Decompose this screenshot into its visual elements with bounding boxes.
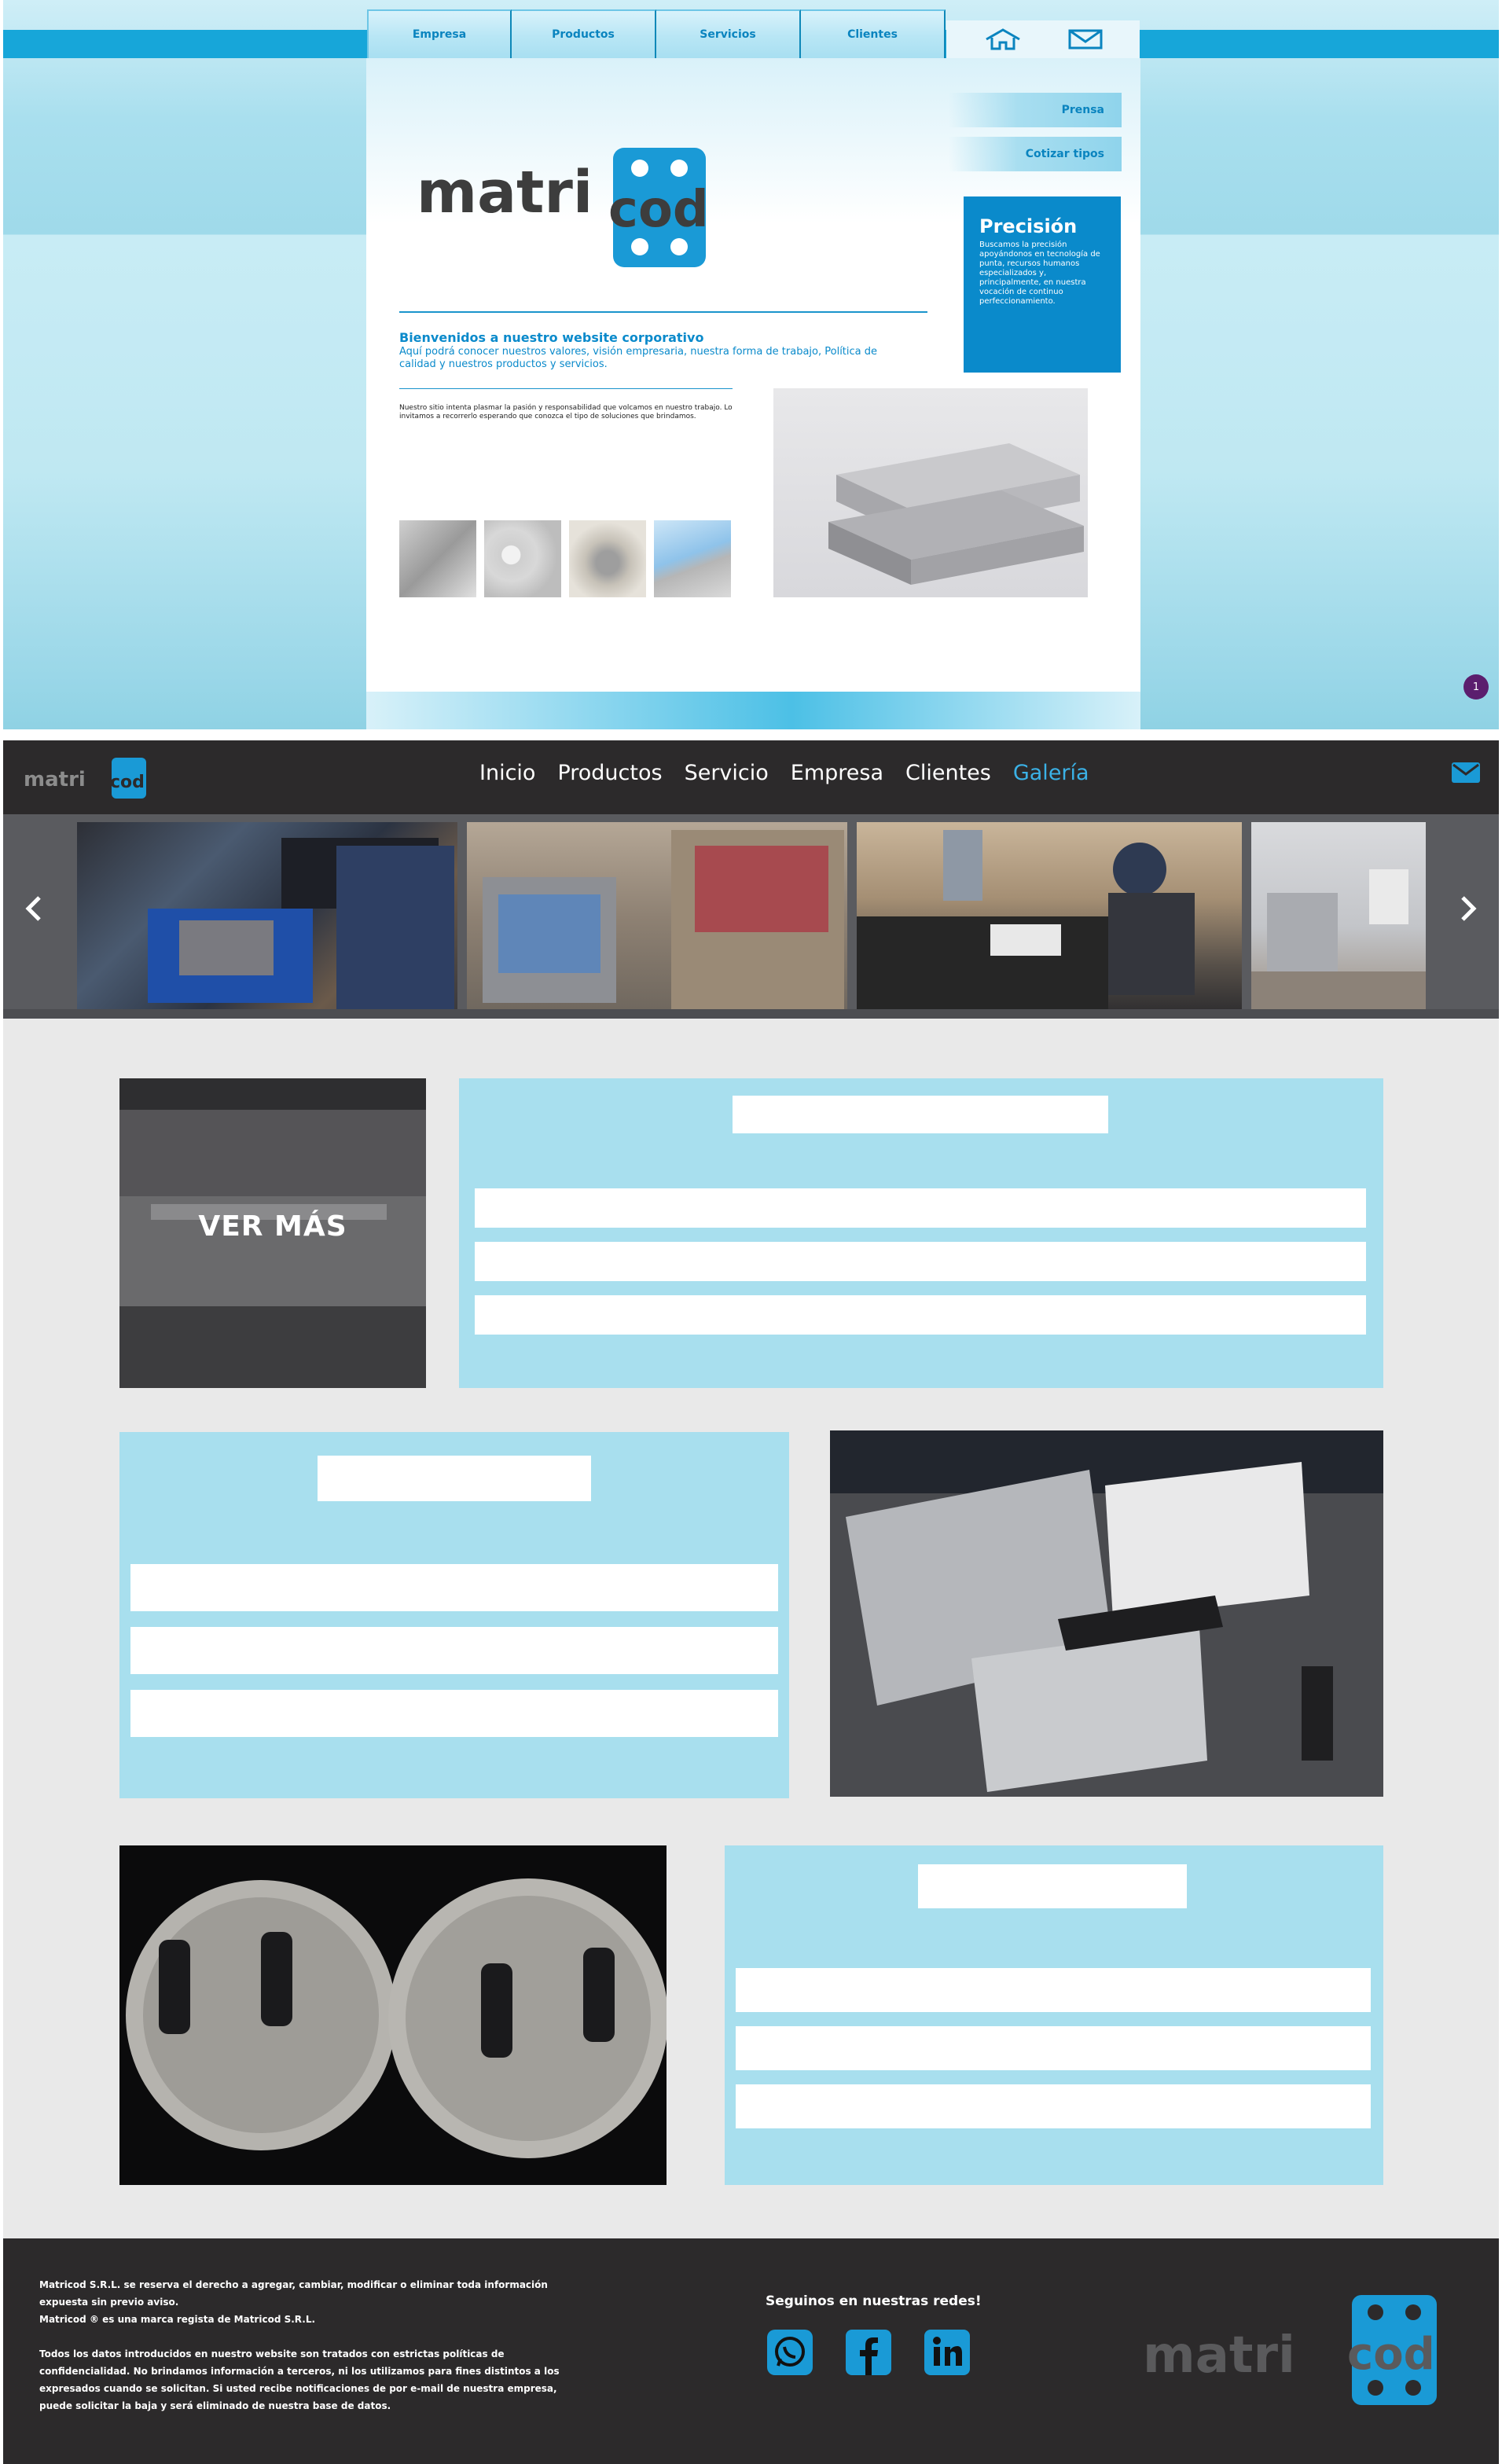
- legacy-tab-productos[interactable]: Productos: [512, 9, 656, 58]
- matricod-logo-small[interactable]: matri cod: [24, 756, 149, 803]
- legacy-tab-clientes[interactable]: Clientes: [801, 9, 946, 58]
- svg-text:matri: matri: [1143, 2326, 1295, 2385]
- card-title-placeholder: [318, 1456, 591, 1501]
- legacy-tab-servicios[interactable]: Servicios: [656, 9, 801, 58]
- card-title-placeholder: [733, 1096, 1108, 1133]
- social-title: Seguinos en nuestras redes!: [766, 2293, 982, 2309]
- menu-item-productos[interactable]: Productos: [557, 761, 662, 785]
- legal-text: Todos los datos introducidos en nuestro …: [39, 2348, 560, 2411]
- card-line-placeholder: [475, 1242, 1366, 1281]
- card-title-placeholder: [918, 1864, 1187, 1908]
- intro-text: Nuestro sitio intenta plasmar la pasión …: [399, 404, 733, 420]
- gallery-photo[interactable]: [830, 1430, 1383, 1797]
- gallery-content: VER MÁS: [3, 1019, 1499, 2238]
- product-thumbnails: [399, 520, 731, 597]
- svg-text:matri: matri: [24, 768, 86, 791]
- legacy-content-panel: Prensa Cotizar tipos Precisión Buscamos …: [366, 58, 1140, 729]
- ver-mas-label: VER MÁS: [198, 1210, 347, 1243]
- info-card: [725, 1845, 1383, 2185]
- carousel-slide[interactable]: [77, 822, 457, 1012]
- chevron-right-icon[interactable]: [1452, 893, 1483, 924]
- legacy-nav: Empresa Productos Servicios Clientes: [367, 9, 946, 58]
- social-icons: [767, 2330, 970, 2375]
- menu-item-inicio[interactable]: Inicio: [479, 761, 535, 785]
- menu-item-empresa[interactable]: Empresa: [791, 761, 883, 785]
- svg-text:cod: cod: [1347, 2329, 1435, 2380]
- product-thumbnail[interactable]: [484, 520, 561, 597]
- welcome-subtitle: Aquí podrá conocer nuestros valores, vis…: [399, 346, 878, 370]
- divider: [399, 388, 733, 389]
- product-thumbnail[interactable]: [654, 520, 731, 597]
- legal-text: Matricod ® es una marca regista de Matri…: [39, 2314, 316, 2325]
- footer-legal: Matricod S.R.L. se reserva el derecho a …: [39, 2276, 589, 2414]
- info-card: [119, 1432, 789, 1798]
- legal-text: Matricod S.R.L. se reserva el derecho a …: [39, 2279, 548, 2308]
- card-line-placeholder: [475, 1295, 1366, 1335]
- card-line-placeholder: [130, 1627, 778, 1674]
- facebook-icon[interactable]: [846, 2330, 891, 2375]
- divider: [399, 311, 927, 313]
- main-navbar: matri cod Inicio Productos Servicio Empr…: [3, 740, 1499, 814]
- legacy-site-screenshot: Empresa Productos Servicios Clientes Pre…: [3, 0, 1499, 729]
- card-line-placeholder: [736, 2026, 1371, 2070]
- matricod-logo: matri cod: [415, 145, 745, 274]
- info-card: [459, 1078, 1383, 1388]
- cotizar-tipos-button[interactable]: Cotizar tipos: [949, 137, 1122, 171]
- precision-title: Precisión: [979, 215, 1078, 237]
- svg-text:cod: cod: [608, 181, 709, 239]
- legacy-tab-empresa[interactable]: Empresa: [367, 9, 512, 58]
- precision-text: Buscamos la precisión apoyándonos en tec…: [979, 241, 1100, 306]
- home-icon[interactable]: [983, 28, 1023, 51]
- menu-item-servicio[interactable]: Servicio: [685, 761, 769, 785]
- welcome-title: Bienvenidos a nuestro website corporativ…: [399, 330, 704, 345]
- gallery-carousel: [3, 814, 1499, 1019]
- carousel-slide[interactable]: [1251, 822, 1426, 1012]
- menu-item-clientes[interactable]: Clientes: [905, 761, 991, 785]
- chevron-left-icon[interactable]: [19, 893, 50, 924]
- footer: Matricod S.R.L. se reserva el derecho a …: [3, 2238, 1499, 2464]
- notification-badge[interactable]: 1: [1463, 674, 1489, 700]
- gallery-photo[interactable]: [119, 1845, 667, 2185]
- menu-item-galeria[interactable]: Galería: [1013, 761, 1089, 785]
- linkedin-icon[interactable]: [924, 2330, 970, 2375]
- prensa-button[interactable]: Prensa: [949, 93, 1122, 127]
- card-line-placeholder: [130, 1690, 778, 1737]
- matricod-logo-footer: matri cod: [1143, 2295, 1441, 2416]
- legacy-icon-bar: [946, 20, 1140, 58]
- envelope-icon[interactable]: [1068, 29, 1103, 50]
- card-line-placeholder: [736, 1968, 1371, 2012]
- card-line-placeholder: [736, 2084, 1371, 2128]
- product-thumbnail[interactable]: [399, 520, 476, 597]
- card-line-placeholder: [475, 1188, 1366, 1228]
- precision-box: Precisión Buscamos la precisión apoyándo…: [964, 196, 1121, 373]
- product-thumbnail[interactable]: [569, 520, 646, 597]
- mail-icon[interactable]: [1452, 762, 1480, 786]
- carousel-slide[interactable]: [467, 822, 847, 1012]
- main-menu: Inicio Productos Servicio Empresa Client…: [479, 761, 1089, 785]
- product-photo: [773, 388, 1088, 597]
- whatsapp-icon[interactable]: [767, 2330, 813, 2375]
- carousel-slide[interactable]: [857, 822, 1242, 1012]
- card-line-placeholder: [130, 1564, 778, 1611]
- ver-mas-tile[interactable]: VER MÁS: [119, 1078, 426, 1388]
- svg-text:cod: cod: [110, 773, 145, 792]
- svg-text:matri: matri: [417, 159, 593, 226]
